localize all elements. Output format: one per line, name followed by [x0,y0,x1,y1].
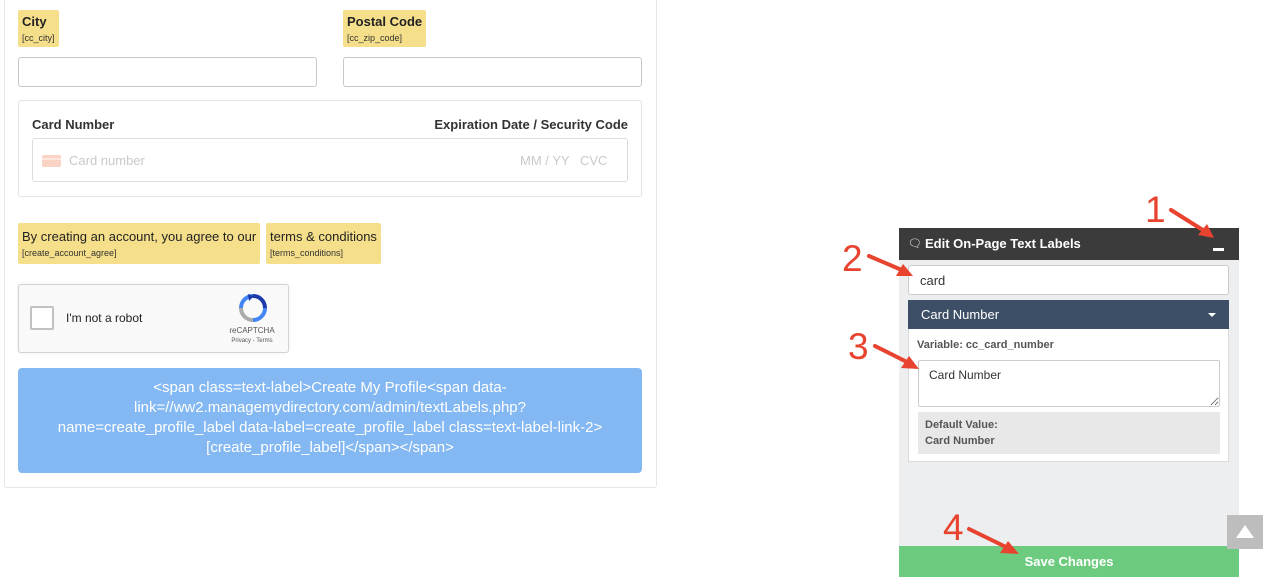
terms-conditions-link[interactable]: terms & conditions [terms_conditions] [266,223,381,264]
card-number-placeholder: Card number [69,153,145,168]
terms-text: terms & conditions [270,229,377,244]
city-label-text: City [22,14,47,29]
credit-card-icon [42,155,61,167]
chat-bubbles-icon: 🗨 [908,238,922,250]
city-variable: [cc_city] [22,33,55,43]
agree-text: By creating an account, you agree to our [22,229,257,244]
expiration-security-label: Expiration Date / Security Code [434,117,628,132]
expiry-placeholder: MM / YY [520,153,570,168]
caret-down-icon [1208,313,1216,317]
save-changes-button[interactable]: Save Changes [899,546,1239,577]
annotation-arrow-4 [967,527,1019,554]
label-search-input[interactable] [908,265,1229,295]
city-label[interactable]: City [cc_city] [18,10,59,47]
label-value-textarea[interactable]: Card Number [918,360,1220,407]
minimize-icon[interactable] [1212,240,1225,252]
annotation-arrow-3 [873,344,919,369]
recaptcha-checkbox[interactable] [30,306,54,330]
accordion-header-label: Card Number [921,307,1000,322]
postal-code-variable: [cc_zip_code] [347,33,403,43]
default-value-box: Default Value: Card Number [918,412,1220,454]
recaptcha-logo-icon [239,294,267,322]
annotation-arrow-2 [867,254,913,276]
arrow-up-icon [1236,525,1254,538]
accordion-header-card-number[interactable]: Card Number [908,300,1229,329]
scroll-to-top-button[interactable] [1227,515,1263,549]
editor-title: Edit On-Page Text Labels [925,236,1081,251]
postal-code-input[interactable] [343,57,642,87]
create-account-agree-label[interactable]: By creating an account, you agree to our… [18,223,261,264]
annotation-step-1: 1 [1145,189,1166,230]
card-payment-panel: Card Number Expiration Date / Security C… [18,100,642,197]
annotation-arrow-1 [1169,208,1214,238]
agree-variable: [create_account_agree] [22,248,117,258]
annotation-step-3: 3 [848,326,869,367]
cvc-placeholder: CVC [580,153,608,168]
recaptcha-label: I'm not a robot [66,311,143,325]
variable-name: Variable: cc_card_number [917,339,1054,351]
city-input[interactable] [18,57,317,87]
create-profile-button[interactable]: <span class=text-label>Create My Profile… [18,368,642,473]
postal-code-label-text: Postal Code [347,14,423,29]
annotation-step-4: 4 [943,507,964,548]
postal-code-label[interactable]: Postal Code [cc_zip_code] [343,10,427,47]
terms-variable: [terms_conditions] [270,248,344,258]
recaptcha-privacy-terms[interactable]: Privacy - Terms [217,338,287,344]
default-value-text: Card Number [925,435,995,447]
card-number-field[interactable]: Card number MM / YY CVC [32,138,628,182]
default-value-label: Default Value: [925,419,998,431]
annotation-step-2: 2 [842,238,863,279]
recaptcha-brand: reCAPTCHA [229,326,275,335]
recaptcha-widget: I'm not a robot reCAPTCHA Privacy - Term… [18,284,289,353]
label-result-accordion: Card Number Variable: cc_card_number Car… [908,300,1229,462]
card-number-label: Card Number [32,117,115,132]
